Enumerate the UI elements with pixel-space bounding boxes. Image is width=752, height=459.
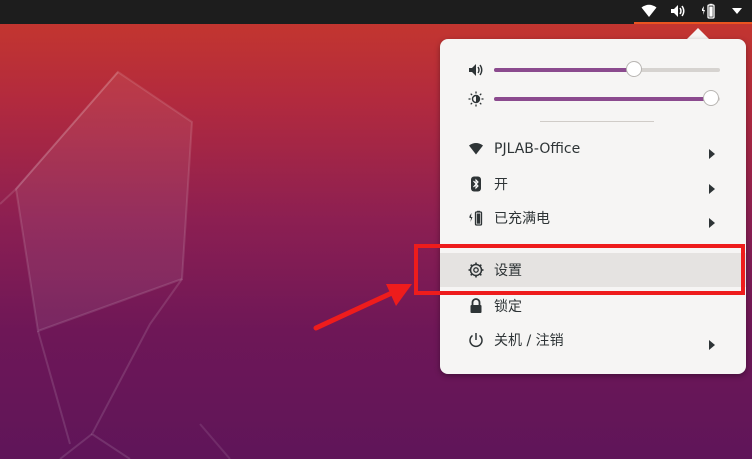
brightness-slider-fill [494,97,711,101]
chevron-right-icon [708,335,716,350]
annotation-arrow-icon [313,284,412,331]
volume-slider-fill [494,68,635,72]
wifi-icon[interactable] [639,1,659,21]
top-bar [0,0,752,24]
volume-icon [468,62,484,78]
volume-slider-handle[interactable] [626,61,643,77]
chevron-right-icon [708,144,716,159]
menu-item-label: 关机 / 注销 [494,333,564,349]
brightness-slider-handle[interactable] [702,90,719,106]
wifi-icon [468,141,484,157]
menu-item-power[interactable]: 关机 / 注销 [440,323,746,357]
battery-icon[interactable] [698,1,718,21]
menu-item-label: PJLAB-Office [494,141,581,157]
menu-item-battery[interactable]: 已充满电 [440,201,746,235]
highlight-annotation-box [414,244,745,295]
chevron-right-icon [708,213,716,228]
menu-separator [540,121,654,122]
menu-item-label: 已充满电 [494,211,550,227]
bluetooth-icon [468,176,484,192]
menu-item-label: 开 [494,177,508,193]
volume-slider[interactable] [494,61,720,77]
brightness-icon [468,91,484,107]
dropdown-arrow-icon[interactable] [727,1,747,21]
lock-icon [468,298,484,314]
menu-item-wifi[interactable]: PJLAB-Office [440,132,746,166]
system-tray[interactable] [634,0,752,24]
system-menu: PJLAB-Office 开 已充满电 设置 锁定 关机 / 注销 [440,39,746,374]
power-icon [468,332,484,348]
menu-item-label: 锁定 [494,299,522,315]
volume-slider-row[interactable] [440,58,746,82]
brightness-slider[interactable] [494,90,720,106]
volume-icon[interactable] [668,1,688,21]
menu-item-bluetooth[interactable]: 开 [440,167,746,201]
battery-icon [468,210,484,226]
brightness-slider-row[interactable] [440,87,746,111]
chevron-right-icon [708,179,716,194]
